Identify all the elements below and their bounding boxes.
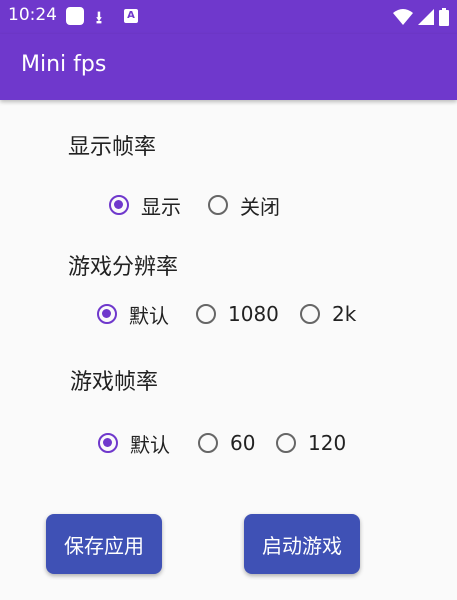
download-icon: ⭳ [96,8,102,28]
radio-label: 默认 [130,432,170,457]
radio-display-off[interactable]: 关闭 [208,190,280,220]
radio-circle-icon [198,433,218,453]
radio-label: 60 [230,431,256,455]
status-time: 10:24 [8,5,57,25]
radio-label: 2k [332,302,357,326]
radio-circle-icon [208,195,228,215]
radio-resolution-1080[interactable]: 1080 [196,299,279,329]
a-badge-icon: A [124,9,138,23]
radio-label: 120 [308,431,347,455]
radio-gamefps-default[interactable]: 默认 [98,428,170,458]
save-apply-button[interactable]: 保存应用 [46,514,162,574]
radio-circle-icon [97,304,117,324]
app-bar: Mini fps [0,34,457,100]
display-fps-label: 显示帧率 [68,135,157,160]
launch-game-button[interactable]: 启动游戏 [244,514,360,574]
signal-icon [418,9,434,25]
radio-circle-icon [276,433,296,453]
status-bar: 10:24 ⭳ A [0,0,457,34]
square-notification-icon [66,7,84,25]
radio-circle-icon [109,195,129,215]
radio-label: 默认 [129,303,169,328]
radio-circle-icon [98,433,118,453]
radio-circle-icon [196,304,216,324]
app-title: Mini fps [21,52,107,77]
radio-display-show[interactable]: 显示 [109,190,181,220]
radio-label: 1080 [228,302,279,326]
radio-gamefps-60[interactable]: 60 [198,428,255,458]
radio-gamefps-120[interactable]: 120 [276,428,346,458]
radio-resolution-2k[interactable]: 2k [300,299,356,329]
radio-resolution-default[interactable]: 默认 [97,299,169,329]
radio-circle-icon [300,304,320,324]
radio-label: 关闭 [240,194,280,219]
radio-label: 显示 [141,194,181,219]
game-fps-label: 游戏帧率 [70,370,159,395]
resolution-label: 游戏分辨率 [68,255,179,280]
battery-icon [439,8,449,26]
wifi-icon [393,9,413,25]
